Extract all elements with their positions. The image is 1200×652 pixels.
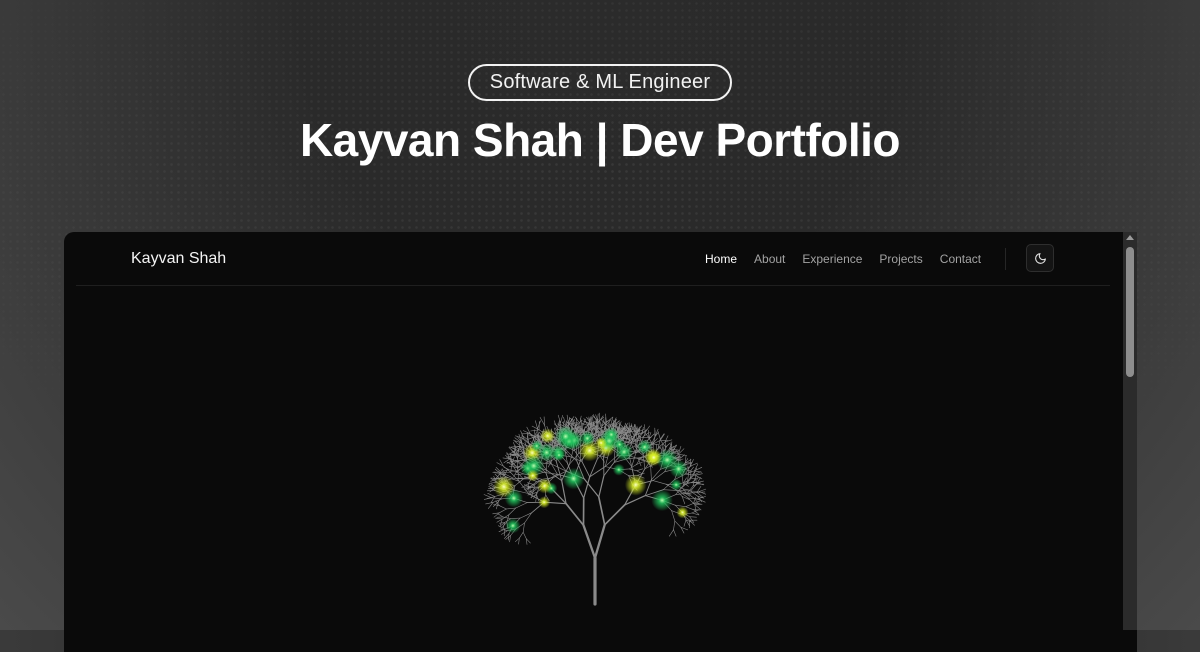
glow-node	[527, 470, 539, 482]
tree-branch	[691, 491, 698, 496]
tree-branch	[509, 508, 516, 515]
tree-branch	[674, 530, 677, 536]
tree-branch	[634, 428, 635, 436]
glow-node	[670, 479, 682, 491]
tree-branch	[506, 508, 515, 509]
tree-branch	[561, 415, 563, 422]
tree-branch	[546, 460, 547, 473]
tree-branch	[687, 492, 697, 493]
tree-branch	[697, 492, 705, 493]
glow-node	[651, 490, 673, 512]
tree-branch	[514, 471, 517, 477]
tree-branch	[503, 466, 510, 472]
scrollbar[interactable]	[1123, 232, 1137, 630]
tree-branch	[658, 433, 660, 440]
glow-node	[580, 431, 595, 446]
tree-branch	[688, 466, 689, 473]
tree-branch	[500, 506, 507, 509]
tree-branch	[672, 511, 675, 521]
glow-node	[646, 450, 661, 465]
glow-node	[505, 518, 520, 533]
tree-branch	[519, 532, 523, 538]
glow-node	[669, 460, 687, 478]
tree-branch	[595, 525, 605, 558]
tree-branch	[584, 525, 596, 558]
tree-branch	[494, 472, 501, 473]
tree-branch	[599, 476, 604, 497]
tree-branch	[666, 443, 671, 447]
tree-branch	[637, 469, 643, 471]
glow-node	[555, 426, 577, 448]
tree-animation	[64, 232, 1137, 652]
tree-branch	[695, 504, 702, 505]
tree-branch	[496, 518, 503, 519]
tree-branch	[660, 434, 664, 439]
glow-node	[537, 443, 555, 461]
tree-branch	[674, 521, 675, 530]
glow-node	[540, 428, 555, 443]
tree-branch	[605, 505, 625, 525]
tree-branch	[516, 474, 524, 475]
tree-branch	[609, 420, 610, 427]
tree-branch	[535, 421, 537, 429]
glow-node	[493, 476, 515, 498]
tree-branch	[523, 523, 524, 532]
tree-branch	[675, 521, 681, 527]
tree-branch	[651, 467, 652, 480]
tree-branch	[604, 462, 614, 475]
tree-branch	[554, 424, 560, 429]
tree-branch	[637, 471, 643, 474]
scroll-thumb[interactable]	[1126, 247, 1134, 377]
browser-window: Kayvan Shah Home About Experience Projec…	[64, 232, 1137, 652]
page-title: Kayvan Shah | Dev Portfolio	[0, 112, 1200, 168]
glow-node	[563, 468, 585, 490]
tree-branch	[676, 493, 688, 495]
tree-branch	[660, 434, 664, 440]
role-badge: Software & ML Engineer	[468, 64, 732, 101]
glow-node	[613, 464, 625, 476]
tree-branch	[509, 466, 515, 467]
tree-branch	[599, 497, 605, 525]
tree-branch	[645, 426, 649, 432]
glow-node	[625, 474, 647, 496]
tree-branch	[669, 530, 673, 536]
tree-branch	[493, 499, 502, 503]
tree-branch	[498, 514, 503, 517]
tree-branch	[566, 504, 583, 526]
tree-branch	[653, 481, 666, 485]
tree-branch	[644, 432, 649, 438]
tree-branch	[499, 509, 506, 513]
glow-node	[677, 506, 689, 518]
tree-branch	[695, 505, 701, 510]
tree-branch	[684, 520, 686, 526]
tree-branch	[690, 517, 697, 518]
tree-branch	[504, 467, 509, 470]
tree-branch	[488, 493, 495, 496]
scroll-up-arrow-icon[interactable]	[1126, 235, 1134, 240]
glow-node	[538, 496, 550, 508]
glow-node	[614, 439, 626, 451]
tree-branch	[523, 532, 526, 539]
tree-branch	[686, 503, 694, 506]
glow-node	[537, 478, 552, 493]
tree-branch	[699, 489, 706, 491]
